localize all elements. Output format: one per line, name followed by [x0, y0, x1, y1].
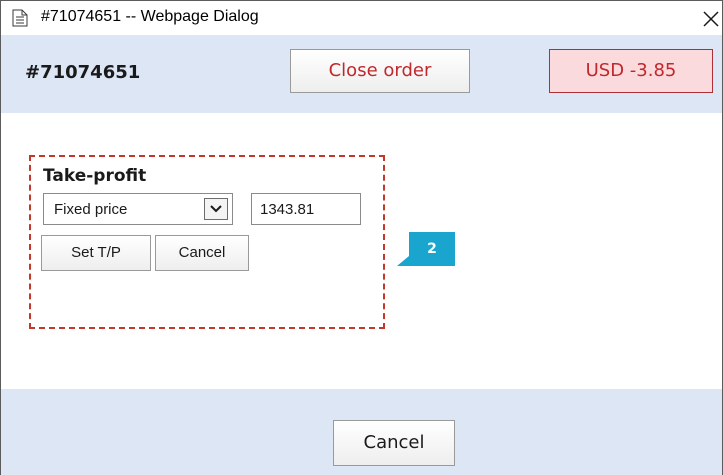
step-callout-badge: 2: [409, 232, 455, 266]
close-icon[interactable]: [701, 9, 721, 29]
take-profit-mode-value: Fixed price: [54, 201, 128, 218]
take-profit-mode-select[interactable]: Fixed price: [43, 193, 233, 225]
set-tp-button[interactable]: Set T/P: [41, 235, 151, 271]
dialog-body: Take-profit Fixed price Set T/P Cancel 2: [1, 113, 722, 389]
webpage-dialog: #71074651 -- Webpage Dialog #71074651 Cl…: [0, 0, 723, 475]
take-profit-cancel-button[interactable]: Cancel: [155, 235, 249, 271]
chevron-down-icon[interactable]: [204, 198, 228, 220]
close-order-button[interactable]: Close order: [290, 49, 470, 93]
document-icon: [12, 9, 28, 27]
profit-badge: USD -3.85: [549, 49, 713, 93]
take-profit-panel: Take-profit Fixed price Set T/P Cancel: [29, 155, 385, 329]
dialog-footer: Cancel: [1, 389, 722, 475]
cancel-button[interactable]: Cancel: [333, 420, 455, 466]
order-id: #71074651: [25, 62, 141, 83]
window-title: #71074651 -- Webpage Dialog: [41, 8, 259, 25]
order-header: #71074651 Close order USD -3.85: [1, 35, 722, 113]
callout-pointer: [397, 256, 409, 266]
take-profit-price-input[interactable]: [251, 193, 361, 225]
title-bar: #71074651 -- Webpage Dialog: [1, 1, 722, 35]
take-profit-title: Take-profit: [43, 166, 147, 186]
